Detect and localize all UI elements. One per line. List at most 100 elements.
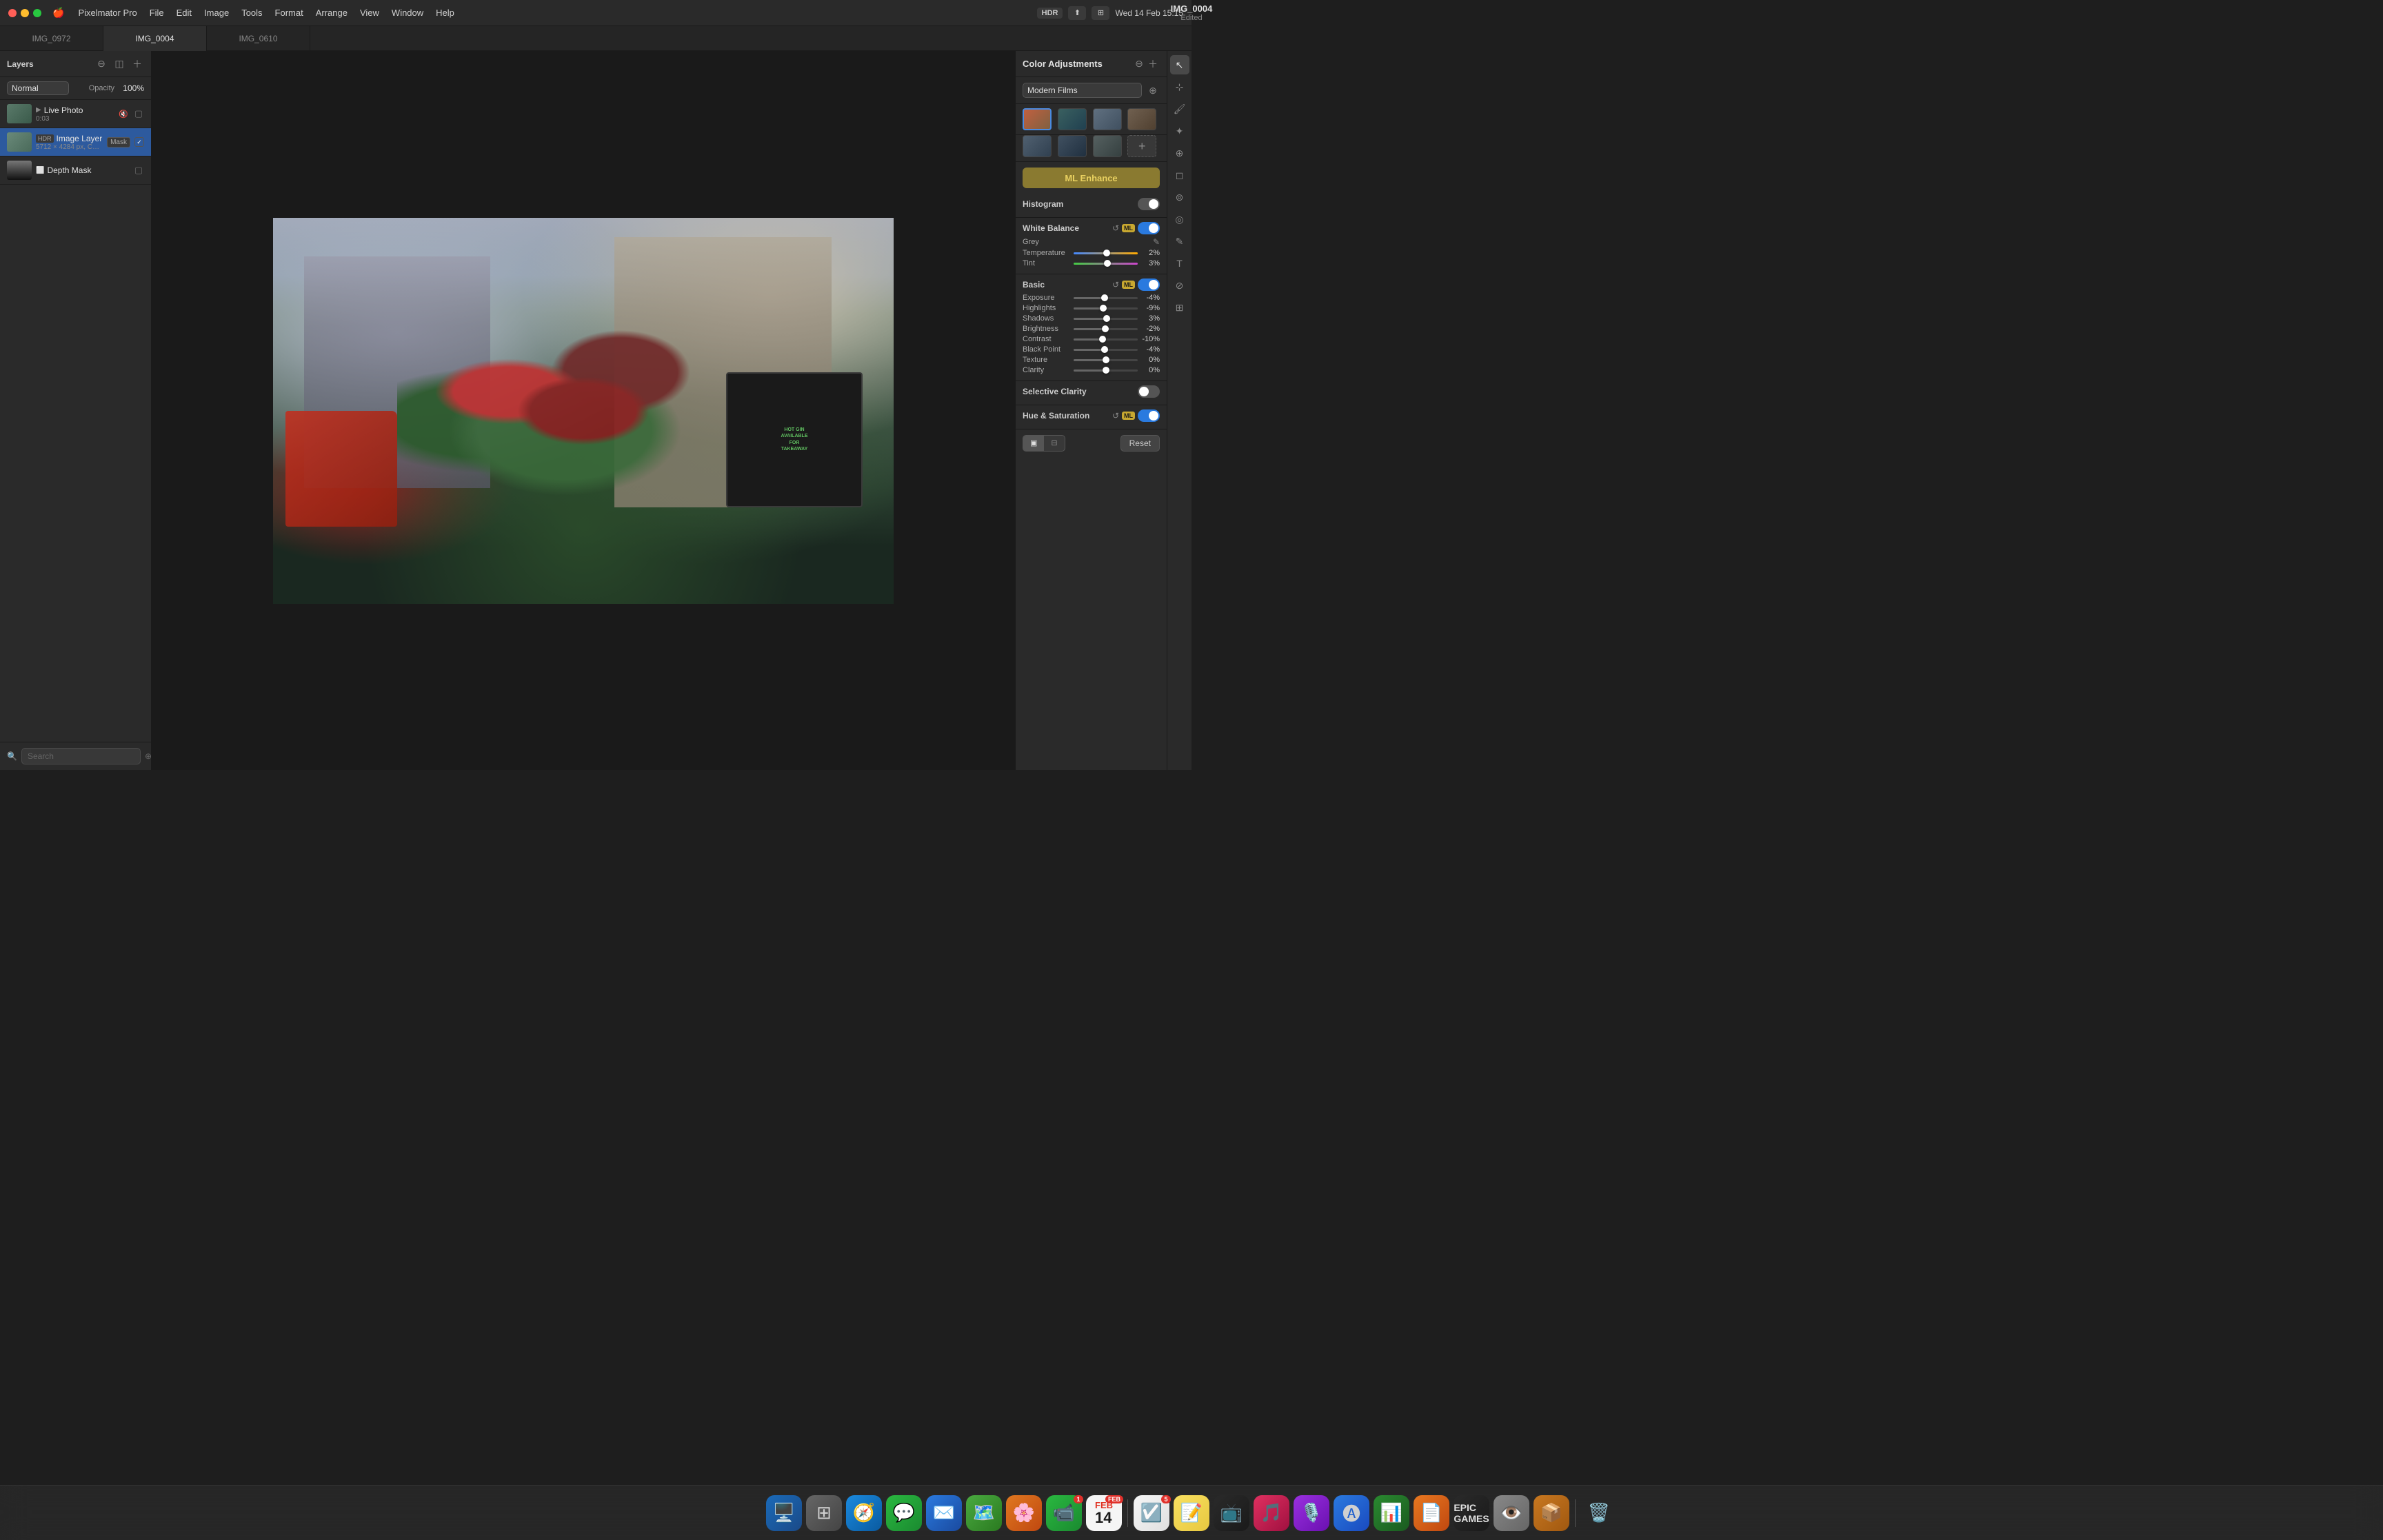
menu-arrange[interactable]: Arrange — [310, 6, 353, 20]
menu-help[interactable]: Help — [430, 6, 460, 20]
black-point-slider[interactable] — [1074, 349, 1138, 351]
preset-thumb-1[interactable] — [1023, 108, 1052, 130]
share-button[interactable]: ⬆ — [1068, 6, 1086, 20]
menu-window[interactable]: Window — [386, 6, 429, 20]
temperature-thumb[interactable] — [1103, 250, 1110, 256]
layer-live-photo[interactable]: ▶ Live Photo 0:03 🔇 ▢ — [0, 100, 151, 128]
ml-enhance-button[interactable]: ML Enhance — [1023, 168, 1160, 188]
tool-transform[interactable]: ⊹ — [1170, 77, 1189, 97]
menu-format[interactable]: Format — [270, 6, 309, 20]
histogram-toggle[interactable] — [1138, 198, 1160, 210]
layers-add-button[interactable]: ＋ — [130, 57, 144, 71]
tab-img0610[interactable]: IMG_0610 — [207, 26, 310, 51]
dock-launchpad[interactable]: ⊞ — [806, 1495, 842, 1531]
tool-grid[interactable]: ⊞ — [1170, 298, 1189, 317]
exposure-thumb[interactable] — [1101, 294, 1108, 301]
preset-select[interactable]: Modern Films — [1023, 83, 1142, 98]
adj-add-button[interactable]: ＋ — [1146, 57, 1160, 71]
black-point-thumb[interactable] — [1101, 346, 1108, 353]
dock-numbers[interactable]: 📊 — [1374, 1495, 1409, 1531]
highlights-slider[interactable] — [1074, 307, 1138, 310]
layer-hide-live[interactable]: ▢ — [133, 108, 144, 119]
texture-thumb[interactable] — [1103, 356, 1109, 363]
search-add-icon[interactable]: ⊕ — [145, 751, 152, 761]
dock-messages[interactable]: 💬 — [886, 1495, 922, 1531]
preset-thumb-7[interactable] — [1093, 135, 1122, 157]
highlights-thumb[interactable] — [1100, 305, 1107, 312]
white-balance-toggle[interactable] — [1138, 222, 1160, 234]
search-input[interactable] — [21, 748, 141, 764]
selective-clarity-toggle[interactable] — [1138, 385, 1160, 398]
tool-adjust[interactable]: ✦ — [1170, 121, 1189, 141]
preset-thumb-5[interactable] — [1023, 135, 1052, 157]
tool-zoom[interactable]: ⊘ — [1170, 276, 1189, 295]
preset-thumb-6[interactable] — [1058, 135, 1087, 157]
close-button[interactable] — [8, 9, 17, 17]
shadows-thumb[interactable] — [1103, 315, 1110, 322]
dock-maps[interactable]: 🗺️ — [966, 1495, 1002, 1531]
shadows-slider[interactable] — [1074, 318, 1138, 320]
maximize-button[interactable] — [33, 9, 41, 17]
tool-clone[interactable]: ⊕ — [1170, 143, 1189, 163]
layer-hide-depth[interactable]: ▢ — [133, 165, 144, 176]
basic-reset[interactable]: ↺ — [1112, 280, 1119, 290]
dock-pages[interactable]: 📄 — [1414, 1495, 1449, 1531]
basic-toggle[interactable] — [1138, 278, 1160, 291]
preset-thumb-2[interactable] — [1058, 108, 1087, 130]
window-controls[interactable]: ⊞ — [1092, 6, 1109, 20]
exposure-slider[interactable] — [1074, 297, 1138, 299]
contrast-slider[interactable] — [1074, 338, 1138, 341]
hue-saturation-reset[interactable]: ↺ — [1112, 411, 1119, 421]
tool-heal[interactable]: ⊚ — [1170, 188, 1189, 207]
dock-notes[interactable]: 📝 — [1174, 1495, 1209, 1531]
layers-group-button[interactable]: ◫ — [112, 57, 126, 71]
dock-appstore[interactable]: 🅐 — [1334, 1495, 1369, 1531]
dock-calendar[interactable]: FEB14 FEB — [1086, 1495, 1122, 1531]
menu-edit[interactable]: Edit — [171, 6, 197, 20]
dock-mail[interactable]: ✉️ — [926, 1495, 962, 1531]
dock-preview[interactable]: 👁️ — [1494, 1495, 1529, 1531]
view-split[interactable]: ⊟ — [1044, 436, 1064, 451]
blend-mode-select[interactable]: Normal — [7, 81, 69, 95]
tool-cursor[interactable]: ↖ — [1170, 55, 1189, 74]
mask-badge[interactable]: Mask — [107, 137, 130, 148]
adj-options-button[interactable]: ⊖ — [1132, 57, 1146, 71]
layer-visibility-live[interactable]: 🔇 — [118, 108, 129, 119]
dock-facetime[interactable]: 📹 1 — [1046, 1495, 1082, 1531]
tint-slider[interactable] — [1074, 263, 1138, 265]
dock-trash[interactable]: 🗑️ — [1581, 1495, 1617, 1531]
tool-paint[interactable]: 🖌 — [1170, 99, 1189, 119]
dock-reminders[interactable]: ☑️ 5 — [1134, 1495, 1169, 1531]
temperature-slider[interactable] — [1074, 252, 1138, 254]
tint-thumb[interactable] — [1104, 260, 1111, 267]
preset-thumb-4[interactable] — [1127, 108, 1156, 130]
preset-thumb-3[interactable] — [1093, 108, 1122, 130]
menu-pixelmator[interactable]: Pixelmator Pro — [72, 6, 142, 20]
tool-deepen[interactable]: ◎ — [1170, 210, 1189, 229]
preset-thumb-add[interactable]: + — [1127, 135, 1156, 157]
layer-check-image[interactable]: ✓ — [134, 137, 144, 147]
tab-img0004[interactable]: IMG_0004 — [103, 26, 207, 51]
hue-saturation-toggle[interactable] — [1138, 409, 1160, 422]
canvas-area[interactable]: HOT GINAVAILABLEFORTAKEAWAY — [152, 51, 1015, 770]
layer-image[interactable]: HDR Image Layer 5712 × 4284 px, Color...… — [0, 128, 151, 156]
eyedropper-button[interactable]: ✎ — [1153, 237, 1160, 247]
white-balance-reset[interactable]: ↺ — [1112, 223, 1119, 233]
texture-slider[interactable] — [1074, 359, 1138, 361]
dock-archive[interactable]: 📦 — [1534, 1495, 1569, 1531]
clarity-thumb[interactable] — [1103, 367, 1109, 374]
menu-tools[interactable]: Tools — [236, 6, 268, 20]
dock-podcasts[interactable]: 🎙️ — [1294, 1495, 1329, 1531]
reset-button[interactable]: Reset — [1120, 435, 1160, 452]
tool-retouch[interactable]: ✎ — [1170, 232, 1189, 251]
contrast-thumb[interactable] — [1099, 336, 1106, 343]
dock-photos[interactable]: 🌸 — [1006, 1495, 1042, 1531]
dock-finder[interactable]: 🖥️ — [766, 1495, 802, 1531]
view-single[interactable]: ▣ — [1023, 436, 1044, 451]
tool-text[interactable]: T — [1170, 254, 1189, 273]
layers-options-button[interactable]: ⊖ — [94, 57, 108, 71]
preset-options[interactable]: ⊕ — [1146, 83, 1160, 97]
menu-image[interactable]: Image — [199, 6, 234, 20]
menu-view[interactable]: View — [354, 6, 385, 20]
minimize-button[interactable] — [21, 9, 29, 17]
